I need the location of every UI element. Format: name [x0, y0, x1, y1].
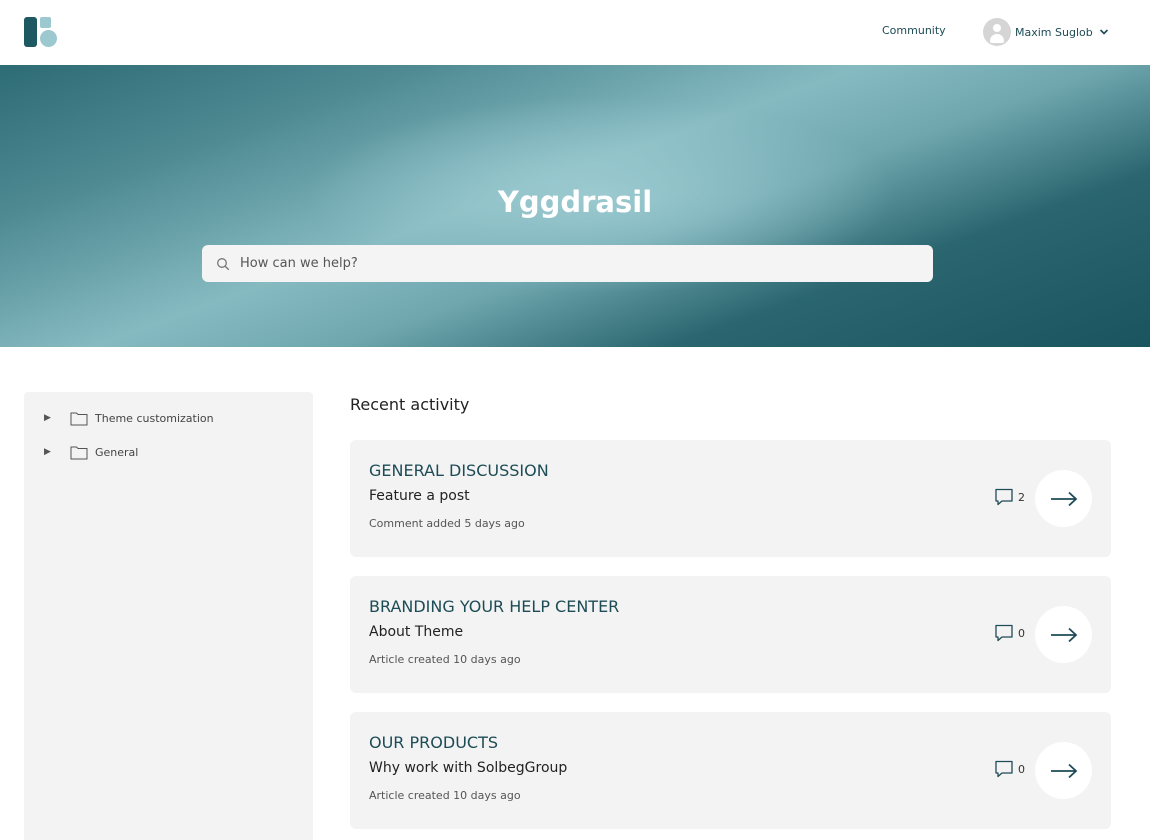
logo-bar — [24, 17, 37, 47]
folder-icon — [70, 412, 88, 425]
comment-count: 0 — [1018, 762, 1025, 776]
activity-category-link[interactable]: BRANDING YOUR HELP CENTER — [369, 597, 619, 616]
page-title: Yggdrasil — [497, 185, 653, 219]
activity-category-link[interactable]: GENERAL DISCUSSION — [369, 461, 549, 480]
comment-count-badge: 0 — [994, 759, 1025, 779]
logo-square — [40, 17, 51, 28]
category-sidebar: ▶ Theme customization ▶ General — [24, 392, 313, 840]
comment-icon — [995, 624, 1013, 642]
user-name: Maxim Suglob — [1015, 25, 1093, 39]
activity-title-link[interactable]: Feature a post — [369, 488, 470, 504]
comment-count-badge: 0 — [994, 623, 1025, 643]
search-bar — [202, 245, 933, 282]
logo-dot — [40, 30, 57, 47]
activity-card: GENERAL DISCUSSION Feature a post Commen… — [350, 440, 1111, 557]
activity-card: OUR PRODUCTS Why work with SolbegGroup A… — [350, 712, 1111, 829]
hero-banner: Yggdrasil — [0, 65, 1150, 347]
chevron-down-icon — [1099, 29, 1108, 35]
comment-count-badge: 2 — [994, 487, 1025, 507]
open-activity-button[interactable] — [1035, 742, 1092, 799]
comment-count: 0 — [1018, 626, 1025, 640]
sidebar-item-general[interactable]: ▶ General — [44, 443, 138, 461]
sidebar-item-label: Theme customization — [95, 411, 214, 425]
top-header: Community Maxim Suglob — [0, 0, 1150, 65]
search-icon — [217, 257, 230, 270]
activity-title-link[interactable]: Why work with SolbegGroup — [369, 760, 567, 776]
arrow-right-icon — [1050, 763, 1077, 778]
avatar — [983, 18, 1011, 46]
folder-icon — [70, 446, 88, 459]
arrow-right-icon — [1050, 491, 1077, 506]
arrow-right-icon — [1050, 627, 1077, 642]
comment-icon — [995, 760, 1013, 778]
comment-icon — [995, 488, 1013, 506]
activity-category-link[interactable]: OUR PRODUCTS — [369, 733, 498, 752]
activity-title-link[interactable]: About Theme — [369, 624, 463, 640]
comment-count: 2 — [1018, 490, 1025, 504]
brand-logo[interactable] — [24, 17, 58, 47]
community-link[interactable]: Community — [882, 24, 946, 37]
recent-activity-heading: Recent activity — [350, 395, 470, 414]
expand-caret-icon[interactable]: ▶ — [44, 413, 54, 423]
user-menu[interactable]: Maxim Suglob — [983, 18, 1109, 46]
search-input[interactable] — [240, 256, 880, 271]
activity-meta: Comment added 5 days ago — [369, 517, 525, 530]
activity-meta: Article created 10 days ago — [369, 789, 521, 802]
sidebar-item-label: General — [95, 445, 139, 459]
sidebar-item-theme-customization[interactable]: ▶ Theme customization — [44, 409, 214, 427]
expand-caret-icon[interactable]: ▶ — [44, 447, 54, 457]
activity-card: BRANDING YOUR HELP CENTER About Theme Ar… — [350, 576, 1111, 693]
open-activity-button[interactable] — [1035, 470, 1092, 527]
open-activity-button[interactable] — [1035, 606, 1092, 663]
activity-meta: Article created 10 days ago — [369, 653, 521, 666]
